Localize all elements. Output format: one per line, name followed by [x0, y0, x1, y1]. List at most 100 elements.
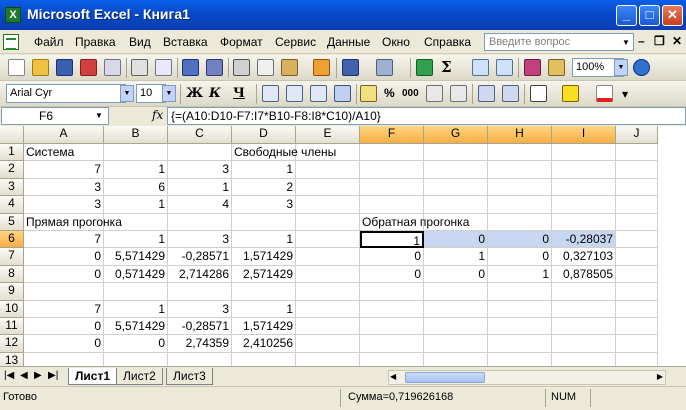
column-header-f[interactable]: F: [360, 126, 424, 144]
last-sheet-icon[interactable]: ▶|: [48, 370, 58, 381]
cell-h12[interactable]: [488, 335, 552, 353]
print-icon[interactable]: [131, 59, 148, 76]
sheet-tab-2[interactable]: Лист2: [116, 368, 163, 385]
hyperlink-icon[interactable]: [416, 59, 433, 76]
menu-edit[interactable]: Правка: [75, 35, 116, 49]
decrease-decimal-icon[interactable]: [450, 85, 467, 102]
cell-b4[interactable]: 1: [104, 196, 168, 214]
chart-wizard-icon[interactable]: [524, 59, 541, 76]
cell-e9[interactable]: [296, 283, 360, 301]
column-header-d[interactable]: D: [232, 126, 296, 144]
cell-j4[interactable]: [616, 196, 658, 214]
cell-d9[interactable]: [232, 283, 296, 301]
next-sheet-icon[interactable]: ▶: [34, 370, 42, 381]
cell-h2[interactable]: [488, 161, 552, 179]
row-header-5[interactable]: 5: [0, 213, 24, 231]
cell-a7[interactable]: 0: [24, 248, 104, 266]
cell-c1[interactable]: [168, 144, 232, 162]
increase-decimal-icon[interactable]: [426, 85, 443, 102]
cell-d5[interactable]: [232, 213, 296, 231]
menu-format[interactable]: Формат: [220, 35, 263, 49]
cell-d1[interactable]: Свободные члены: [232, 144, 336, 162]
cell-g10[interactable]: [424, 300, 488, 318]
cell-j8[interactable]: [616, 265, 658, 284]
cell-i9[interactable]: [552, 283, 616, 301]
cell-g2[interactable]: [424, 161, 488, 179]
research-icon[interactable]: [206, 59, 223, 76]
sheet-tab-3[interactable]: Лист3: [166, 368, 213, 385]
italic-button[interactable]: К: [209, 86, 221, 101]
cell-f10[interactable]: [360, 300, 424, 318]
cell-j11[interactable]: [616, 318, 658, 336]
cell-f13[interactable]: [360, 352, 424, 366]
cell-i11[interactable]: [552, 318, 616, 336]
cell-j2[interactable]: [616, 161, 658, 179]
worksheet-grid[interactable]: A B C D E F G H I J 1 Система Свободные члены 2 7 1 3 1 3 3…: [0, 126, 686, 366]
cell-d13[interactable]: [232, 352, 296, 366]
cell-a1[interactable]: Система: [24, 144, 104, 162]
cell-a10[interactable]: 7: [24, 300, 104, 318]
cell-j1[interactable]: [616, 144, 658, 162]
cell-g3[interactable]: [424, 178, 488, 197]
cell-b13[interactable]: [104, 352, 168, 366]
cell-g8[interactable]: 0: [424, 265, 488, 284]
cell-c9[interactable]: [168, 283, 232, 301]
spelling-icon[interactable]: [182, 59, 199, 76]
cell-i4[interactable]: [552, 196, 616, 214]
cell-i13[interactable]: [552, 352, 616, 366]
cell-i3[interactable]: [552, 178, 616, 197]
excel-app-icon[interactable]: X: [5, 7, 21, 23]
row-header-11[interactable]: 11: [0, 318, 24, 336]
cell-h5[interactable]: [488, 213, 552, 231]
cell-c10[interactable]: 3: [168, 300, 232, 318]
merge-center-icon[interactable]: [334, 85, 351, 102]
menu-help[interactable]: Справка: [424, 35, 471, 49]
cell-c3[interactable]: 1: [168, 178, 232, 197]
cell-c2[interactable]: 3: [168, 161, 232, 179]
cell-f11[interactable]: [360, 318, 424, 336]
name-box[interactable]: F6: [1, 107, 109, 125]
cell-f8[interactable]: 0: [360, 265, 424, 284]
doc-close-button[interactable]: ✕: [672, 34, 682, 48]
cell-g7[interactable]: 1: [424, 248, 488, 266]
cell-a12[interactable]: 0: [24, 335, 104, 353]
cell-g12[interactable]: [424, 335, 488, 353]
column-header-i[interactable]: I: [552, 126, 616, 144]
cell-b10[interactable]: 1: [104, 300, 168, 318]
cell-b2[interactable]: 1: [104, 161, 168, 179]
cell-f6[interactable]: 1: [360, 231, 424, 249]
column-header-e[interactable]: E: [296, 126, 360, 144]
cell-a2[interactable]: 7: [24, 161, 104, 179]
cell-e3[interactable]: [296, 178, 360, 197]
cell-a13[interactable]: [24, 352, 104, 366]
paste-icon[interactable]: [281, 59, 298, 76]
open-folder-icon[interactable]: [32, 59, 49, 76]
redo-icon[interactable]: [376, 59, 393, 76]
first-sheet-icon[interactable]: |◀: [4, 370, 14, 381]
cell-c11[interactable]: -0,28571: [168, 318, 232, 336]
cell-i2[interactable]: [552, 161, 616, 179]
chevron-down-icon[interactable]: ▼: [120, 85, 134, 102]
select-all-corner[interactable]: [0, 126, 24, 144]
cell-c8[interactable]: 2,714286: [168, 265, 232, 284]
cell-b3[interactable]: 6: [104, 178, 168, 197]
chevron-down-icon[interactable]: ▼: [95, 111, 103, 120]
format-painter-icon[interactable]: [313, 59, 330, 76]
scroll-left-icon[interactable]: ◀: [390, 372, 396, 381]
close-button[interactable]: ✕: [662, 5, 683, 26]
cell-h8[interactable]: 1: [488, 265, 552, 284]
new-document-icon[interactable]: [8, 59, 25, 76]
cell-c13[interactable]: [168, 352, 232, 366]
column-header-b[interactable]: B: [104, 126, 168, 144]
row-header-1[interactable]: 1: [0, 144, 24, 162]
minimize-button[interactable]: _: [616, 5, 637, 26]
cell-g1[interactable]: [424, 144, 488, 162]
row-header-8[interactable]: 8: [0, 265, 24, 284]
cell-e7[interactable]: [296, 248, 360, 266]
cell-a4[interactable]: 3: [24, 196, 104, 214]
cell-j9[interactable]: [616, 283, 658, 301]
chevron-down-icon[interactable]: ▼: [622, 38, 630, 47]
cell-g13[interactable]: [424, 352, 488, 366]
workbook-icon[interactable]: [3, 34, 19, 50]
cell-h11[interactable]: [488, 318, 552, 336]
